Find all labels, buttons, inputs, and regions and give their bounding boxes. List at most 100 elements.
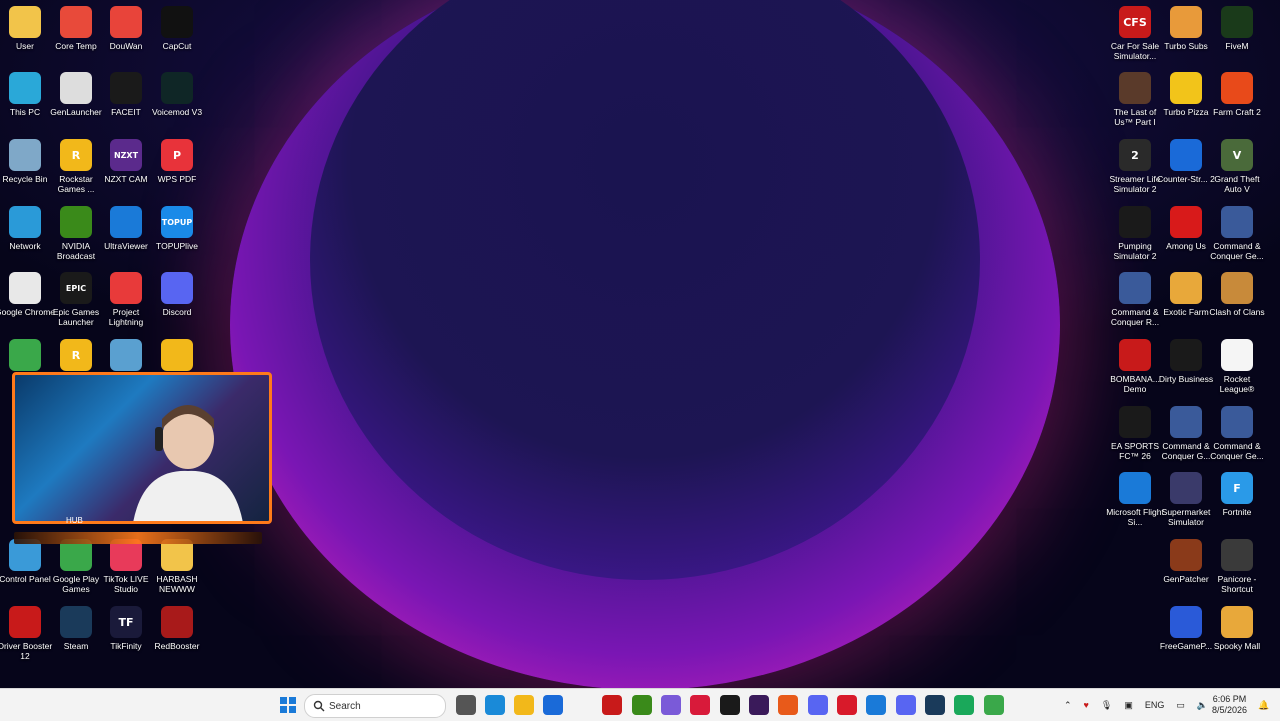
desktop-icon[interactable]: RedBooster [148, 606, 206, 651]
lightning-icon [110, 272, 142, 304]
network-icon [9, 206, 41, 238]
taskbar-steam-icon[interactable] [925, 695, 945, 715]
desktop-icon[interactable]: Discord [148, 272, 206, 317]
steam-icon [60, 606, 92, 638]
taskbar-premiere-icon[interactable] [749, 695, 769, 715]
desktop-icon[interactable]: CapCut [148, 6, 206, 51]
farm-craft-icon [1221, 72, 1253, 104]
desktop-icon[interactable]: Command & Conquer R... [1106, 272, 1164, 327]
icon-glyph: TF [118, 615, 134, 629]
taskbar-chrome-icon[interactable] [984, 695, 1004, 715]
fortnite-icon: F [1221, 472, 1253, 504]
chevron-up-icon[interactable]: ⌃ [1064, 700, 1072, 711]
language-indicator[interactable]: ENG [1145, 700, 1165, 710]
desktop-icon[interactable]: CFS Car For Sale Simulator... [1106, 6, 1164, 61]
desktop-icon[interactable]: Supermarket Simulator [1157, 472, 1215, 527]
desktop-icon[interactable]: Voicemod V3 [148, 72, 206, 117]
desktop-icon[interactable]: FiveM [1208, 6, 1266, 51]
desktop-icon-label: Spooky Mall [1213, 641, 1261, 651]
rockstar-icon: R [60, 139, 92, 171]
microphone-icon[interactable]: 🎙 [1101, 700, 1112, 711]
taskbar-copilot-icon[interactable] [661, 695, 681, 715]
desktop-icon-label: Discord [162, 307, 192, 317]
webcam-hub-label: HUB [66, 516, 83, 525]
desktop-icon[interactable]: V Grand Theft Auto V [1208, 139, 1266, 194]
recycle-bin-icon [9, 139, 41, 171]
desktop-icon[interactable]: P WPS PDF [148, 139, 206, 184]
epic-games-icon: EPIC [60, 272, 92, 304]
taskbar-file-explorer-icon[interactable] [514, 695, 534, 715]
desktop-icon-label: TOPUPlive [156, 241, 198, 251]
start-button[interactable] [278, 695, 298, 715]
fivem-icon [1221, 6, 1253, 38]
desktop-icon-label: Grand Theft Auto V [1214, 174, 1260, 194]
nzxt-icon: NZXT [110, 139, 142, 171]
cnc-icon [1221, 206, 1253, 238]
desktop-icon[interactable]: Driver Booster 12 [0, 606, 54, 661]
streamer-silhouette [133, 405, 243, 521]
topup-icon: TOPUP [161, 206, 193, 238]
desktop-icon[interactable]: The Last of Us™ Part I [1106, 72, 1164, 127]
desktop-icon[interactable]: Spooky Mall [1208, 606, 1266, 651]
clock[interactable]: 6:06 PM 8/5/2026 [1212, 689, 1247, 721]
genlauncher-icon [60, 72, 92, 104]
desktop-icon[interactable]: Panicore - Shortcut [1208, 539, 1266, 594]
desktop-icon[interactable]: TOPUP TOPUPlive [148, 206, 206, 251]
taskbar-app-red-icon[interactable] [602, 695, 622, 715]
desktop-icon-label: CapCut [162, 41, 192, 51]
desktop-icon[interactable]: Farm Craft 2 [1208, 72, 1266, 117]
icon-glyph: R [71, 348, 81, 362]
turbo-subs-icon [1170, 6, 1202, 38]
desktop-icon[interactable]: Pumping Simulator 2 [1106, 206, 1164, 261]
tray-app-icon[interactable]: ♥ [1084, 700, 1089, 710]
clock-time: 6:06 PM [1212, 694, 1247, 704]
windows-icon [280, 697, 296, 713]
icon-glyph: CFS [1123, 15, 1147, 29]
tikfinity-icon: TF [110, 606, 142, 638]
desktop-icon-label: WPS PDF [157, 174, 197, 184]
desktop-icon[interactable]: 2 Streamer Life Simulator 2 [1106, 139, 1164, 194]
taskbar-brave-icon[interactable] [778, 695, 798, 715]
taskbar-discord-2-icon[interactable] [896, 695, 916, 715]
taskbar-taskview-icon[interactable] [456, 695, 476, 715]
app-icon[interactable]: ▣ [1124, 700, 1133, 711]
volume-icon[interactable]: 🔈 [1197, 700, 1208, 711]
faceit-icon [110, 72, 142, 104]
file-icon [1221, 339, 1253, 371]
flight-sim-icon [1119, 472, 1151, 504]
desktop-icon[interactable]: BOMBANA... Demo [1106, 339, 1164, 394]
desktop-icon-label: Voicemod V3 [151, 107, 203, 117]
taskbar-app-green-icon[interactable] [954, 695, 974, 715]
taskbar-capcut-icon[interactable] [720, 695, 740, 715]
icon-glyph: R [71, 148, 81, 162]
taskbar-discord-icon[interactable] [808, 695, 828, 715]
desktop-icon[interactable]: Command & Conquer Ge... [1208, 406, 1266, 461]
desktop-icon-label: FiveM [1225, 41, 1249, 51]
desktop-icon[interactable]: Clash of Clans [1208, 272, 1266, 317]
taskbar-store-icon[interactable] [543, 695, 563, 715]
panicore-icon [1221, 539, 1253, 571]
notification-bell-icon[interactable]: 🔔 [1258, 689, 1269, 721]
taskbar-app-red-2-icon[interactable] [690, 695, 710, 715]
taskbar-wps-icon[interactable] [837, 695, 857, 715]
taskbar-nvidia-icon[interactable] [632, 695, 652, 715]
desktop-icon[interactable]: Command & Conquer Ge... [1208, 206, 1266, 261]
folder-icon [9, 6, 41, 38]
desktop-icon[interactable]: Project Lightning [97, 272, 155, 327]
douwan-icon [110, 6, 142, 38]
taskbar-vscode-icon[interactable] [866, 695, 886, 715]
desktop-icon-label: RedBooster [154, 641, 200, 651]
desktop-icon[interactable]: Rocket League® [1208, 339, 1266, 394]
system-tray: ⌃ ♥ 🎙 ▣ ENG ▭ 🔈 [1064, 689, 1208, 721]
desktop-icon-label: Rocket League® [1219, 374, 1255, 394]
voicemod-icon [161, 72, 193, 104]
icon-glyph: F [1233, 481, 1241, 495]
desktop-icon[interactable]: F Fortnite [1208, 472, 1266, 517]
exotic-farm-icon [1170, 272, 1202, 304]
streamer-life-icon: 2 [1119, 139, 1151, 171]
desktop-icon-label: Command & Conquer Ge... [1210, 441, 1264, 461]
chrome-icon [9, 272, 41, 304]
taskbar-edge-icon[interactable] [485, 695, 505, 715]
taskbar-search[interactable]: Search [304, 694, 446, 718]
network-icon[interactable]: ▭ [1176, 700, 1185, 711]
